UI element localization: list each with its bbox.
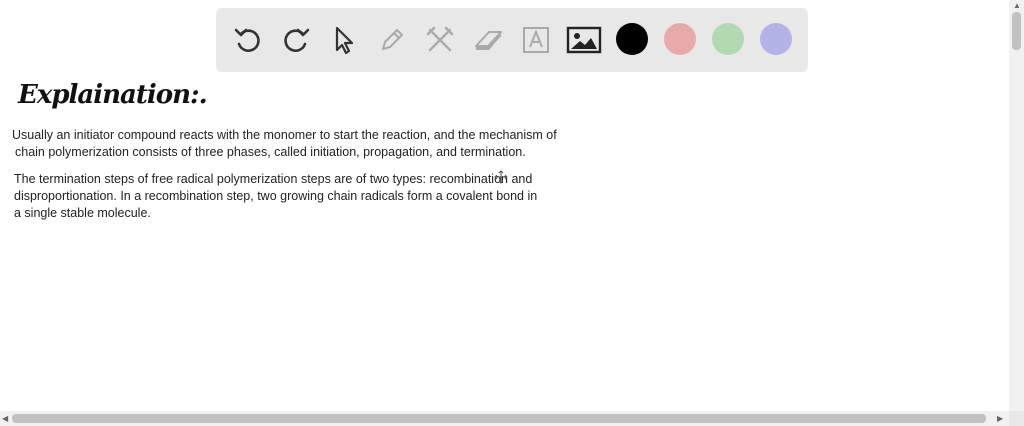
redo-icon [284,28,310,52]
drawing-toolbar [216,8,808,72]
vertical-scrollbar[interactable]: ▲ [1009,0,1024,411]
vertical-scroll-thumb[interactable] [1012,12,1021,50]
paragraph-2-line-3: a single stable molecule. [14,206,151,220]
color-swatch-black[interactable] [616,23,648,55]
color-swatch-purple[interactable] [760,23,792,55]
undo-button[interactable] [230,22,266,58]
text-tool-button[interactable] [518,22,554,58]
scrollbar-corner [1009,411,1024,426]
image-tool-button[interactable] [566,22,602,58]
eraser-tool-button[interactable] [470,22,506,58]
image-icon [566,26,602,54]
select-tool-button[interactable] [326,22,362,58]
paragraph-2-line-2: disproportionation. In a recombination s… [14,189,538,203]
color-swatch-green[interactable] [712,23,744,55]
text-icon [523,27,549,53]
pen-tool-button[interactable] [374,22,410,58]
paragraph-2-line-1: The termination steps of free radical po… [14,172,533,186]
horizontal-scrollbar[interactable]: ◀ ▶ [0,411,1009,426]
paragraph-1-line-2: chain polymerization consists of three p… [15,145,526,159]
redo-button[interactable] [278,22,314,58]
eraser-icon [475,31,502,50]
move-cursor-icon [494,170,508,184]
paragraph-1-line-1: Usually an initiator compound reacts wit… [12,128,557,142]
scroll-up-arrow[interactable]: ▲ [1013,1,1021,10]
pen-icon [382,29,403,50]
color-swatch-red[interactable] [664,23,696,55]
tools-icon [426,26,454,52]
tools-button[interactable] [422,22,458,58]
scroll-right-arrow[interactable]: ▶ [997,414,1003,423]
undo-icon [234,28,260,52]
handwritten-heading: Explaination:. [18,80,208,110]
horizontal-scroll-thumb[interactable] [12,414,986,423]
scroll-left-arrow[interactable]: ◀ [2,414,8,423]
cursor-icon [335,26,354,55]
